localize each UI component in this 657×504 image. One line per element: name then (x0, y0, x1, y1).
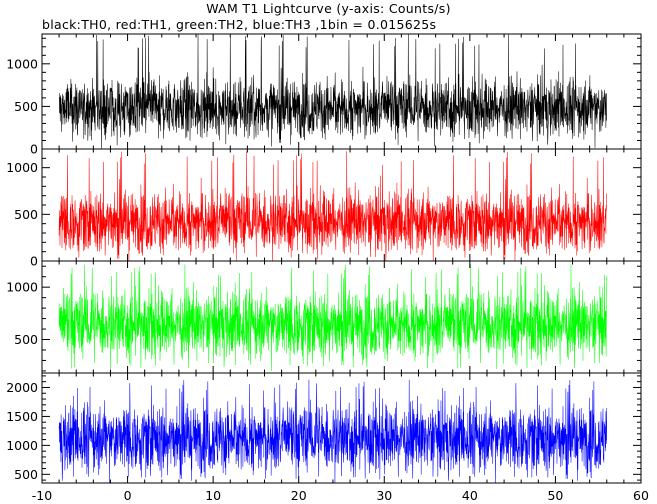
y-tick-label: 0 (30, 142, 38, 157)
x-tick-label: 20 (291, 488, 307, 503)
y-tick-label: 1500 (6, 409, 38, 424)
lightcurve-plot: 05001000050010005001000500100015002000 -… (6, 33, 649, 503)
series-line-th0 (59, 34, 607, 149)
x-tick-label: 40 (462, 488, 478, 503)
y-tick-label: 1000 (6, 438, 38, 453)
x-tick-label: 30 (376, 488, 392, 503)
panel-th2: 500 1000 (6, 260, 642, 374)
y-tick-label: 500 (14, 207, 38, 222)
x-tick-label: -10 (32, 488, 52, 503)
x-tick-label: 50 (547, 488, 563, 503)
panel-th3: 500 1000 1500 2000 (6, 372, 642, 484)
y-tick-label: 1000 (6, 56, 38, 71)
y-tick-label: 2000 (6, 380, 38, 395)
y-tick-label: 500 (14, 99, 38, 114)
x-tick-label: 60 (633, 488, 649, 503)
panel-th0: 0 500 1000 (6, 33, 642, 157)
y-tick-label: 500 (14, 332, 38, 347)
x-tick-label: 0 (124, 488, 132, 503)
panel-th1: 0 500 1000 (6, 148, 642, 269)
y-tick-label: 0 (30, 254, 38, 269)
x-tick-label: 10 (205, 488, 221, 503)
series-line-th2 (58, 264, 608, 371)
y-tick-label: 1000 (6, 160, 38, 175)
y-tick-label: 500 (14, 467, 38, 482)
series-line-th1 (58, 151, 608, 261)
series-line-th3 (58, 379, 608, 483)
y-tick-label: 1000 (6, 280, 38, 295)
